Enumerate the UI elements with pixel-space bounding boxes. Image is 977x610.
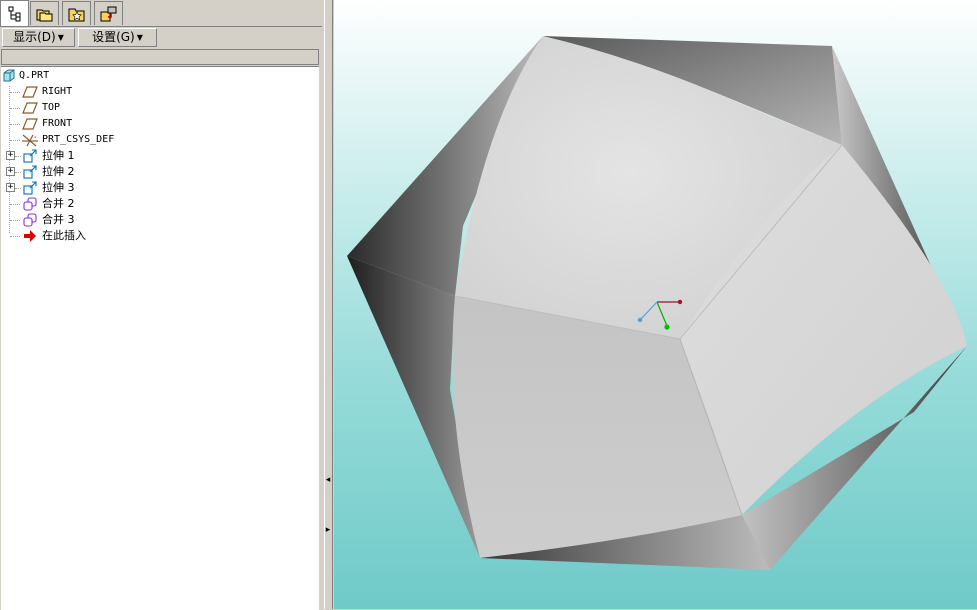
tree-branch (15, 172, 21, 173)
tree-branch (10, 236, 20, 237)
extrude-icon (23, 165, 37, 179)
settings-menu-button[interactable]: 设置(G) ▼ (78, 28, 157, 47)
extrude-icon (23, 181, 37, 195)
insert-here-arrow-icon (24, 230, 36, 242)
tree-item-top[interactable]: TOP (2, 100, 302, 116)
connections-tab-icon (100, 6, 116, 21)
tree-filter-bar[interactable] (1, 49, 319, 65)
part-icon (3, 69, 15, 82)
tree-branch (10, 92, 20, 93)
icosahedron-model (347, 36, 967, 570)
tree-item-label: 拉伸 1 (42, 149, 75, 162)
navigator-tabs (0, 0, 322, 26)
collapse-left-icon[interactable]: ◂ (324, 473, 332, 487)
tree-branch (10, 140, 20, 141)
tree-item-label: 合并 2 (42, 197, 75, 210)
tab-favorites[interactable] (62, 1, 91, 25)
tree-item-extrude-1[interactable]: + 拉伸 1 (2, 148, 302, 164)
expand-plus-icon[interactable]: + (6, 151, 15, 160)
show-menu-button[interactable]: 显示(D) ▼ (2, 28, 75, 47)
model-tree-tab-icon (8, 6, 20, 21)
datum-plane-icon (22, 102, 38, 114)
expand-plus-icon[interactable]: + (6, 167, 15, 176)
tree-item-insert-here[interactable]: 在此插入 (2, 228, 302, 244)
tree-item-extrude-2[interactable]: + 拉伸 2 (2, 164, 302, 180)
tab-folder-browser[interactable] (30, 1, 59, 25)
tree-branch (10, 124, 20, 125)
coordinate-system-icon: * (22, 134, 38, 147)
tree-root-item[interactable]: Q.PRT (2, 68, 302, 84)
tree-item-merge-3[interactable]: 合并 3 (2, 212, 302, 228)
graphics-viewport[interactable] (334, 0, 977, 609)
tree-branch (15, 188, 21, 189)
tree-item-label: 拉伸 3 (42, 181, 75, 194)
tree-root-label: Q.PRT (19, 70, 50, 81)
tree-item-extrude-3[interactable]: + 拉伸 3 (2, 180, 302, 196)
chevron-down-icon: ▼ (136, 33, 143, 42)
datum-plane-icon (22, 118, 38, 130)
tree-branch (10, 108, 20, 109)
favorites-tab-icon (68, 8, 84, 21)
navigator-panel: 显示(D) ▼ 设置(G) ▼ Q.PRT RIGHT TOP FRONT * … (0, 0, 322, 610)
tab-model-tree[interactable] (0, 0, 29, 26)
splitter-grip[interactable] (324, 0, 333, 609)
tree-item-right[interactable]: RIGHT (2, 84, 302, 100)
tree-item-csys[interactable]: * PRT_CSYS_DEF (2, 132, 302, 148)
chevron-down-icon: ▼ (57, 33, 64, 42)
tree-item-label: PRT_CSYS_DEF (42, 134, 115, 145)
tree-branch (10, 220, 20, 221)
tree-menu-bar: 显示(D) ▼ 设置(G) ▼ (0, 26, 322, 48)
tree-item-label: TOP (42, 102, 61, 113)
tree-item-merge-2[interactable]: 合并 2 (2, 196, 302, 212)
merge-icon (23, 197, 37, 211)
tree-item-label: 拉伸 2 (42, 165, 75, 178)
tree-item-label: FRONT (42, 118, 73, 129)
panel-splitter[interactable]: ◂ ▸ (322, 0, 334, 609)
extrude-icon (23, 149, 37, 163)
tree-item-label: 合并 3 (42, 213, 75, 226)
tree-item-label: RIGHT (42, 86, 73, 97)
merge-icon (23, 213, 37, 227)
folder-browser-tab-icon (36, 9, 52, 21)
datum-plane-icon (22, 86, 38, 98)
tree-item-front[interactable]: FRONT (2, 116, 302, 132)
tree-item-label: 在此插入 (42, 229, 86, 242)
expand-right-icon[interactable]: ▸ (324, 523, 332, 537)
tree-branch (15, 156, 21, 157)
tab-connections[interactable] (94, 1, 123, 25)
expand-plus-icon[interactable]: + (6, 183, 15, 192)
settings-menu-label: 设置(G) (92, 30, 135, 44)
tree-branch (10, 204, 20, 205)
show-menu-label: 显示(D) (13, 30, 56, 44)
